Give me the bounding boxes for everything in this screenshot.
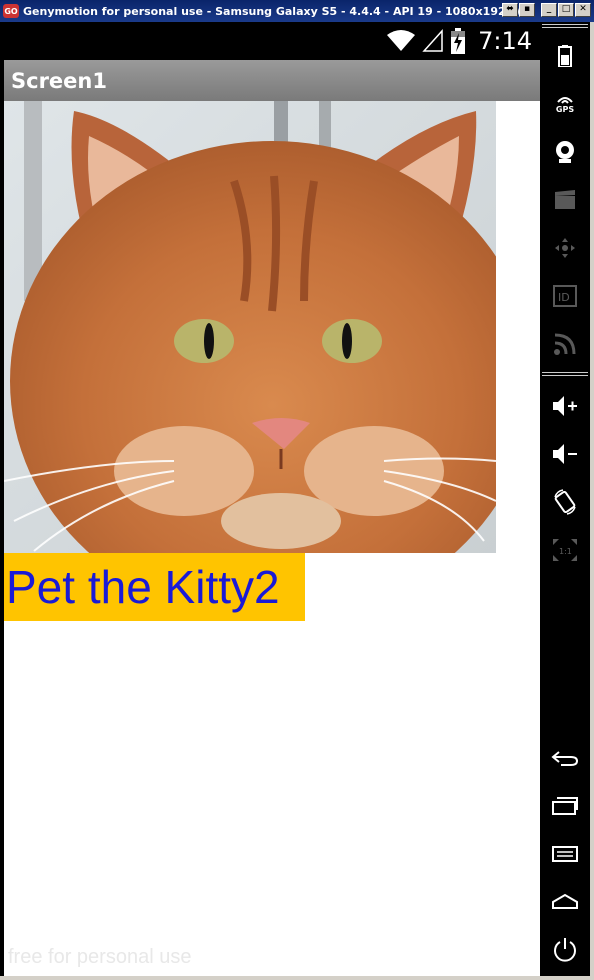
svg-text:ID: ID (558, 291, 570, 304)
window-title: Genymotion for personal use - Samsung Ga… (23, 4, 521, 18)
cat-image[interactable] (4, 101, 496, 553)
volume-down-icon[interactable] (540, 432, 590, 476)
volume-up-icon[interactable] (540, 384, 590, 428)
genymotion-app-icon: GO (3, 4, 19, 18)
screen-title: Screen1 (11, 68, 107, 93)
sidebar-separator (542, 24, 588, 28)
gps-label: GPS (555, 105, 575, 114)
maximize-button[interactable]: □ (558, 3, 574, 17)
device-screen: 7:14 Screen1 Pet the Kitty2 (4, 22, 540, 976)
gps-icon[interactable]: GPS (540, 82, 590, 126)
window-title-bar: GO Genymotion for personal use - Samsung… (0, 0, 594, 22)
personal-use-watermark: free for personal use (8, 946, 192, 968)
power-icon[interactable] (540, 928, 590, 972)
battery-charging-icon (451, 28, 466, 54)
app-icon-text: GO (4, 6, 18, 16)
device-id-icon[interactable]: ID (540, 274, 590, 318)
pixel-perfect-icon[interactable]: 1:1 (540, 528, 590, 572)
window-right-border (590, 22, 594, 980)
android-status-bar: 7:14 (4, 22, 540, 60)
window-bottom-border (0, 976, 594, 980)
window-controls: ⬌ ▪ _ □ ✕ (502, 3, 591, 17)
app-content: Pet the Kitty2 (4, 101, 540, 976)
recent-apps-icon[interactable] (540, 784, 590, 828)
minimize-button[interactable]: _ (541, 3, 557, 17)
signal-icon (422, 29, 443, 52)
home-icon[interactable] (540, 880, 590, 924)
network-icon[interactable] (540, 322, 590, 366)
status-clock: 7:14 (478, 27, 532, 55)
pin-icon[interactable]: ⬌ (502, 3, 518, 17)
menu-icon[interactable] (540, 832, 590, 876)
rotate-icon[interactable] (540, 480, 590, 524)
genymotion-sidebar: GPS ID 1:1 (540, 22, 590, 976)
video-capture-icon[interactable] (540, 178, 590, 222)
pet-the-kitty-button[interactable]: Pet the Kitty2 (4, 553, 305, 621)
remote-control-icon[interactable] (540, 226, 590, 270)
sidebar-separator (542, 372, 588, 376)
pixel-perfect-label: 1:1 (559, 547, 572, 556)
back-icon[interactable] (540, 736, 590, 780)
action-bar: Screen1 (4, 60, 540, 101)
expand-icon[interactable]: ▪ (519, 3, 535, 17)
webcam-icon[interactable] (540, 130, 590, 174)
close-button[interactable]: ✕ (575, 3, 591, 17)
battery-icon[interactable] (540, 34, 590, 78)
wifi-icon (387, 30, 416, 51)
